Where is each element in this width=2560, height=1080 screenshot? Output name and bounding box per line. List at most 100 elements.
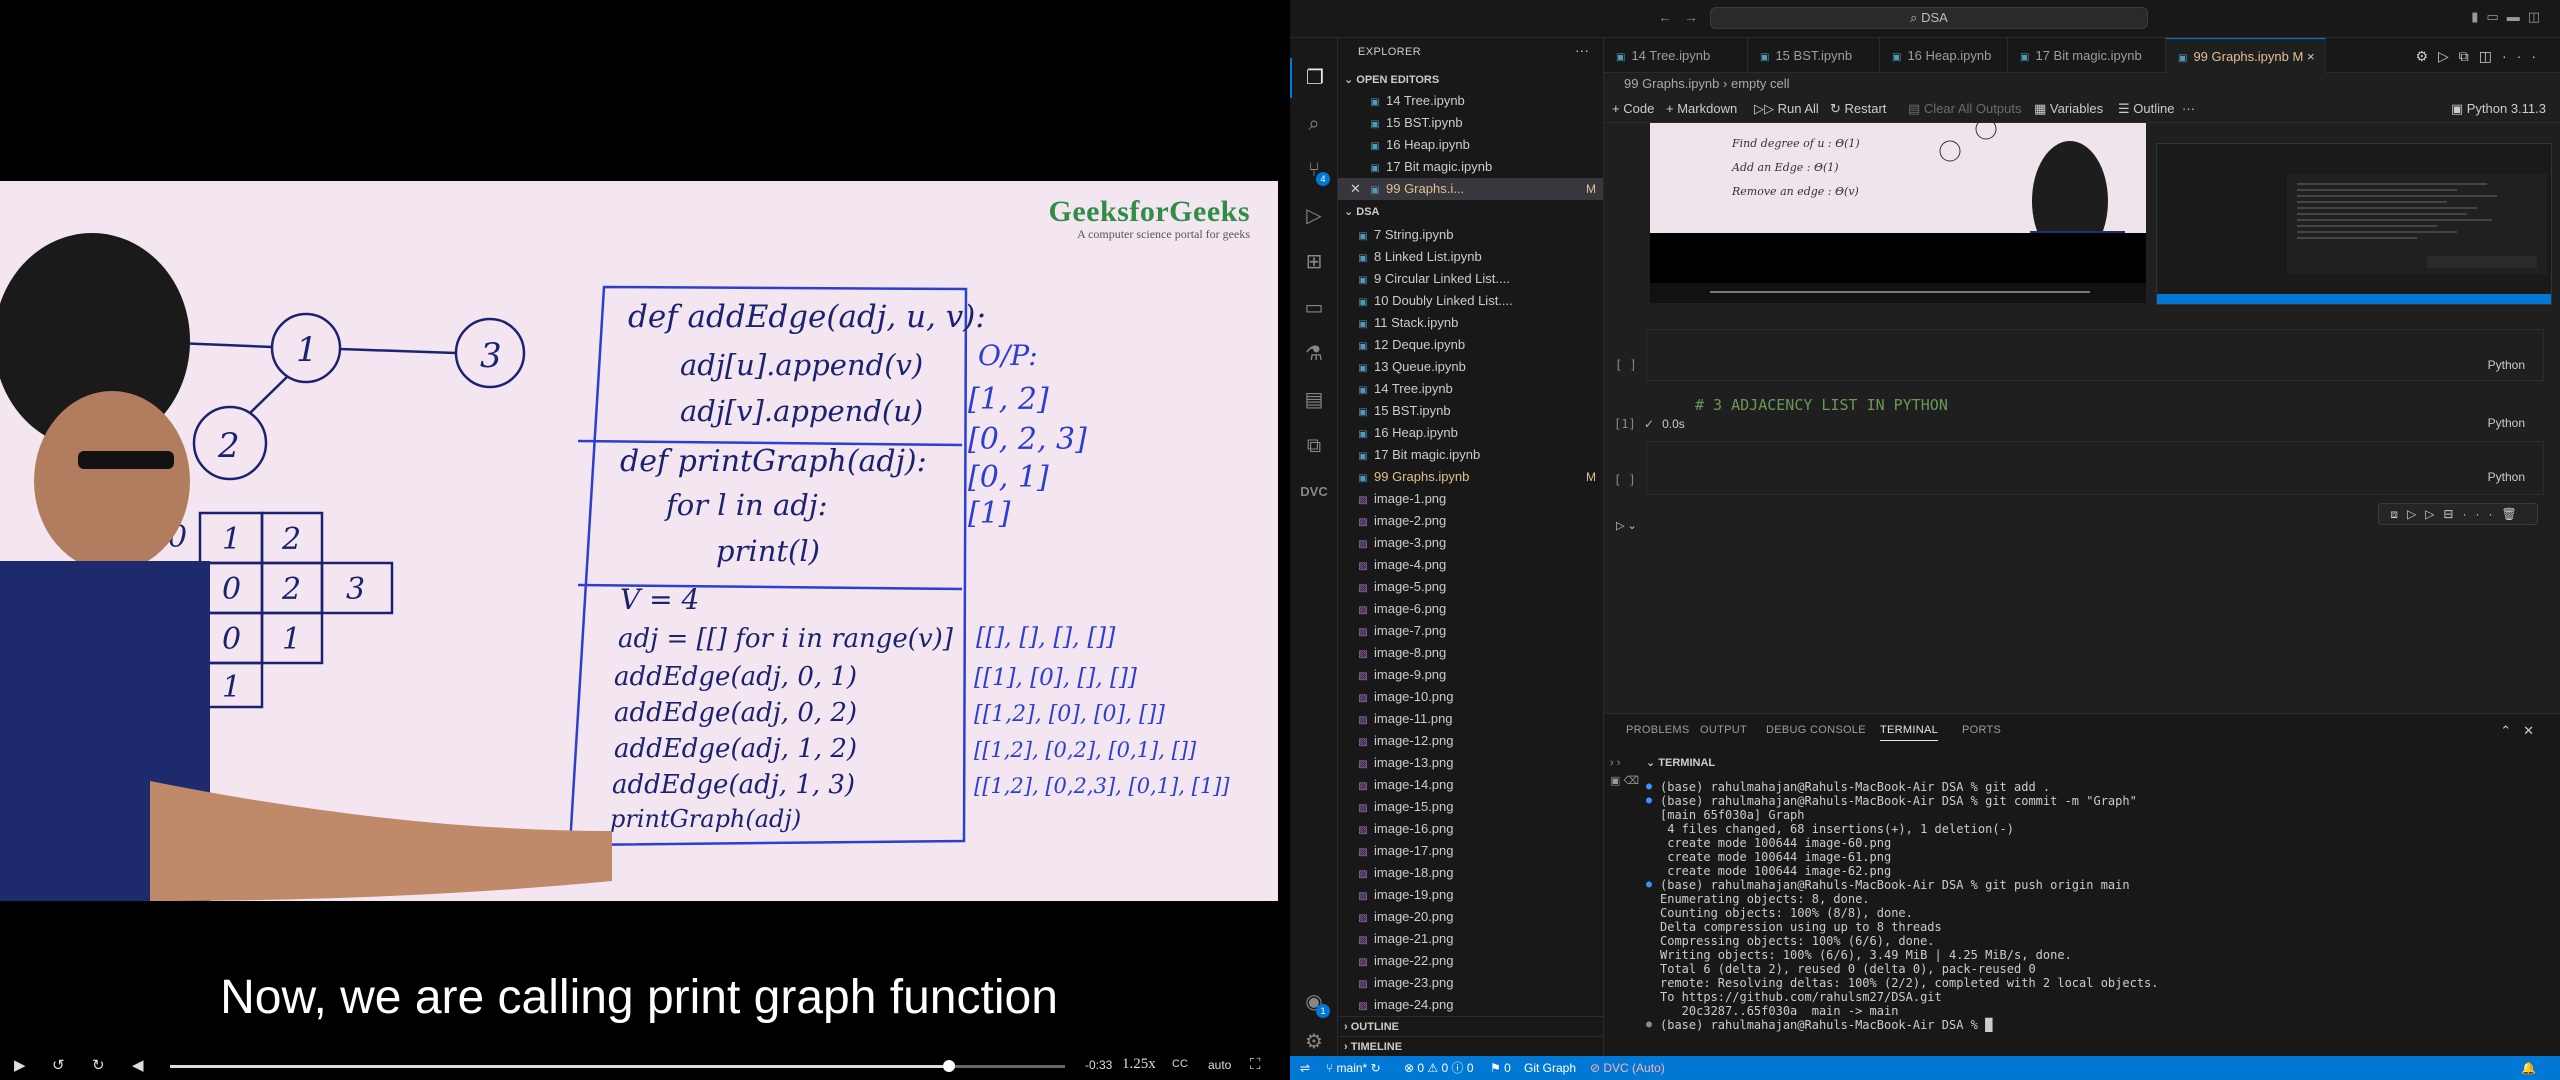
tab-debug-console[interactable]: DEBUG CONSOLE — [1766, 724, 1866, 736]
image-file-item[interactable]: ▨ image-13.png — [1338, 752, 1603, 774]
jupyter-icon[interactable]: ⧉ — [1290, 426, 1338, 466]
notebook-file-item[interactable]: ▣ 9 Circular Linked List.... — [1338, 268, 1603, 290]
notifications-icon[interactable]: 🔔 — [2521, 1056, 2536, 1080]
image-file-item[interactable]: ▨ image-2.png — [1338, 510, 1603, 532]
open-editor-item[interactable]: ▣ 15 BST.ipynb — [1338, 112, 1603, 134]
close-icon[interactable]: ✕ — [1350, 178, 1361, 200]
add-code-cell-button[interactable]: + Code — [1612, 95, 1654, 123]
open-editor-item[interactable]: ✕ ▣ 99 Graphs.i... M — [1338, 178, 1603, 200]
layout-controls[interactable]: ▮▭▬◫ — [2471, 9, 2548, 25]
breadcrumb-file[interactable]: 99 Graphs.ipynb — [1624, 76, 1719, 91]
notebook-file-item[interactable]: ▣ 7 String.ipynb — [1338, 224, 1603, 246]
cell-language[interactable]: Python — [2488, 470, 2525, 484]
image-file-item[interactable]: ▨ image-23.png — [1338, 972, 1603, 994]
image-file-item[interactable]: ▨ image-19.png — [1338, 884, 1603, 906]
remote-explorer-icon[interactable]: ▭ — [1290, 288, 1338, 328]
notebook-file-item[interactable]: ▣ 99 Graphs.ipynb M — [1338, 466, 1603, 488]
accounts-icon[interactable]: ◉ 1 — [1290, 982, 1338, 1022]
run-all-button[interactable]: ▷▷ Run All — [1754, 95, 1819, 123]
cell-toolbar[interactable]: ⧈▷▷⊟···🗑 — [2378, 503, 2538, 525]
clear-outputs-button[interactable]: ▤ Clear All Outputs — [1908, 95, 2021, 123]
image-file-item[interactable]: ▨ image-24.png — [1338, 994, 1603, 1016]
fullscreen-icon[interactable]: ⛶ — [1250, 1056, 1261, 1073]
volume-icon[interactable]: ◀ — [132, 1056, 144, 1074]
notebook-cell[interactable]: [ ] Python — [1615, 329, 2544, 381]
editor-tab[interactable]: ▣ 15 BST.ipynb — [1748, 38, 1880, 73]
image-file-item[interactable]: ▨ image-10.png — [1338, 686, 1603, 708]
image-file-item[interactable]: ▨ image-7.png — [1338, 620, 1603, 642]
dvc-icon[interactable]: DVC — [1290, 472, 1338, 512]
seek-bar[interactable] — [170, 1060, 1065, 1072]
run-debug-icon[interactable]: ▷ — [1290, 196, 1338, 236]
image-file-item[interactable]: ▨ image-1.png — [1338, 488, 1603, 510]
tab-output[interactable]: OUTPUT — [1700, 724, 1747, 736]
video-frame[interactable]: 1 3 2 0 1 2 1 0 2 3 2 0 1 3 — [0, 181, 1278, 901]
image-file-item[interactable]: ▨ image-17.png — [1338, 840, 1603, 862]
notebook-file-item[interactable]: ▣ 8 Linked List.ipynb — [1338, 246, 1603, 268]
image-file-item[interactable]: ▨ image-12.png — [1338, 730, 1603, 752]
editor-tab[interactable]: ▣ 14 Tree.ipynb — [1604, 38, 1748, 73]
image-file-item[interactable]: ▨ image-11.png — [1338, 708, 1603, 730]
notebook-file-item[interactable]: ▣ 15 BST.ipynb — [1338, 400, 1603, 422]
seek-bar-handle[interactable] — [942, 1060, 955, 1072]
back-icon[interactable]: ← — [1658, 9, 1672, 25]
git-graph-status[interactable]: Git Graph — [1524, 1056, 1576, 1080]
image-file-item[interactable]: ▨ image-15.png — [1338, 796, 1603, 818]
playback-speed[interactable]: 1.25x — [1122, 1056, 1156, 1073]
notebook-file-item[interactable]: ▣ 12 Deque.ipynb — [1338, 334, 1603, 356]
editor-actions[interactable]: ⚙▷⧉◫··· — [2415, 48, 2546, 65]
play-icon[interactable]: ▶ — [14, 1056, 26, 1074]
quality-button[interactable]: auto — [1208, 1058, 1231, 1072]
notebook-file-item[interactable]: ▣ 11 Stack.ipynb — [1338, 312, 1603, 334]
run-cell-icon[interactable]: ▷ ⌄ — [1616, 519, 1637, 532]
tab-ports[interactable]: PORTS — [1962, 724, 2001, 736]
outline-header[interactable]: › OUTLINE — [1338, 1016, 1603, 1036]
notebook-file-item[interactable]: ▣ 13 Queue.ipynb — [1338, 356, 1603, 378]
editor-tab[interactable]: ▣ 99 Graphs.ipynb M × — [2166, 38, 2326, 73]
folder-header[interactable]: ⌄ DSA — [1338, 202, 1603, 222]
notebook-cell[interactable]: # 3 ADJACENCY LIST IN PYTHON Python — [1646, 387, 2544, 437]
editor-tab[interactable]: ▣ 16 Heap.ipynb — [1880, 38, 2008, 73]
cell-language[interactable]: Python — [2488, 358, 2525, 372]
image-file-item[interactable]: ▨ image-16.png — [1338, 818, 1603, 840]
image-file-item[interactable]: ▨ image-18.png — [1338, 862, 1603, 884]
tab-terminal[interactable]: TERMINAL — [1880, 724, 1939, 741]
tab-problems[interactable]: PROBLEMS — [1626, 724, 1690, 736]
image-file-item[interactable]: ▨ image-6.png — [1338, 598, 1603, 620]
open-editors-header[interactable]: ⌄ OPEN EDITORS — [1338, 70, 1603, 90]
image-file-item[interactable]: ▨ image-8.png — [1338, 642, 1603, 664]
testing-icon[interactable]: ⚗ — [1290, 334, 1338, 374]
open-editor-item[interactable]: ▣ 16 Heap.ipynb — [1338, 134, 1603, 156]
timeline-header[interactable]: › TIMELINE — [1338, 1036, 1603, 1056]
panel-actions[interactable]: ⌃✕ — [2500, 723, 2546, 739]
terminal-side-icons[interactable]: › › ▣ ⌫ — [1610, 754, 1639, 790]
forward-nav-icon[interactable]: → — [1684, 9, 1698, 25]
dvc-status[interactable]: ⊘ DVC (Auto) — [1590, 1056, 1665, 1080]
more-actions-icon[interactable]: ··· — [1575, 42, 1589, 58]
image-file-item[interactable]: ▨ image-9.png — [1338, 664, 1603, 686]
remote-icon[interactable]: ⇌ — [1300, 1056, 1310, 1080]
captions-button[interactable]: CC — [1172, 1058, 1188, 1070]
video-player[interactable]: 1 3 2 0 1 2 1 0 2 3 2 0 1 3 — [0, 0, 1290, 1080]
problems-status[interactable]: ⊗ 0 ⚠ 0 ⓘ 0 — [1404, 1056, 1474, 1080]
notebook-file-item[interactable]: ▣ 17 Bit magic.ipynb — [1338, 444, 1603, 466]
image-file-item[interactable]: ▨ image-20.png — [1338, 906, 1603, 928]
outline-button[interactable]: ☰ Outline — [2118, 95, 2174, 123]
more-icon[interactable]: ··· — [2182, 95, 2195, 123]
restart-button[interactable]: ↻ Restart — [1830, 95, 1886, 123]
explorer-icon[interactable]: ❐ — [1290, 58, 1338, 98]
branch-status[interactable]: ⑂ main* ↻ — [1326, 1056, 1381, 1080]
breadcrumb-cell[interactable]: empty cell — [1731, 76, 1790, 91]
editor-tab[interactable]: ▣ 17 Bit magic.ipynb — [2008, 38, 2166, 73]
notebook-cell[interactable]: Python — [1646, 441, 2544, 495]
variables-button[interactable]: ▦ Variables — [2034, 95, 2103, 123]
add-markdown-cell-button[interactable]: + Markdown — [1666, 95, 1737, 123]
notebook-file-item[interactable]: ▣ 14 Tree.ipynb — [1338, 378, 1603, 400]
search-icon[interactable]: ⌕ — [1290, 104, 1338, 144]
notebook-file-item[interactable]: ▣ 16 Heap.ipynb — [1338, 422, 1603, 444]
terminal-header[interactable]: ⌄ TERMINAL — [1646, 756, 1715, 769]
extensions-icon[interactable]: ⊞ — [1290, 242, 1338, 282]
image-file-item[interactable]: ▨ image-21.png — [1338, 928, 1603, 950]
ports-status[interactable]: ⚑ 0 — [1490, 1056, 1511, 1080]
open-editor-item[interactable]: ▣ 17 Bit magic.ipynb — [1338, 156, 1603, 178]
